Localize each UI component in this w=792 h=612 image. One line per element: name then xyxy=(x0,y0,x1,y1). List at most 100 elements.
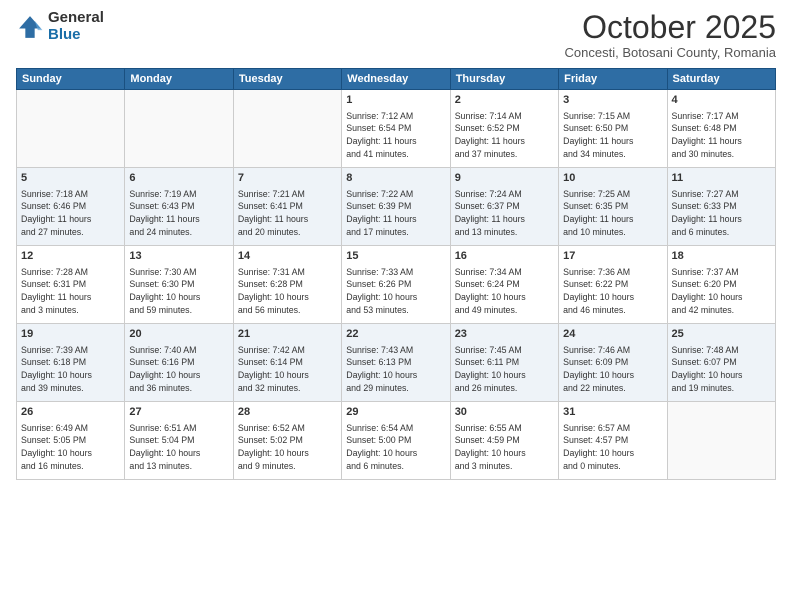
table-row: 26 Sunrise: 6:49 AMSunset: 5:05 PMDayligh… xyxy=(17,402,125,480)
table-row: 24 Sunrise: 7:46 AMSunset: 6:09 PMDayligh… xyxy=(559,324,667,402)
day-info: Sunrise: 7:46 AMSunset: 6:09 PMDaylight:… xyxy=(563,344,662,395)
table-row: 17 Sunrise: 7:36 AMSunset: 6:22 PMDayligh… xyxy=(559,246,667,324)
header-saturday: Saturday xyxy=(667,69,775,90)
table-row: 16 Sunrise: 7:34 AMSunset: 6:24 PMDayligh… xyxy=(450,246,558,324)
table-row: 25 Sunrise: 7:48 AMSunset: 6:07 PMDayligh… xyxy=(667,324,775,402)
day-info: Sunrise: 7:48 AMSunset: 6:07 PMDaylight:… xyxy=(672,344,771,395)
table-row: 14Sunrise: 7:31 AMSunset: 6:28 PMDayligh… xyxy=(233,246,341,324)
day-number: 10 xyxy=(563,171,662,186)
day-number: 5 xyxy=(21,171,120,186)
day-number: 12 xyxy=(21,249,120,264)
header-friday: Friday xyxy=(559,69,667,90)
day-number: 11 xyxy=(672,171,771,186)
day-info: Sunrise: 7:15 AMSunset: 6:50 PMDaylight:… xyxy=(563,110,662,161)
day-number: 20 xyxy=(129,327,228,342)
day-info: Sunrise: 7:25 AMSunset: 6:35 PMDaylight:… xyxy=(563,188,662,239)
table-row xyxy=(667,402,775,480)
logo-text: General Blue xyxy=(48,10,104,43)
day-number: 18 xyxy=(672,249,771,264)
day-number: 19 xyxy=(21,327,120,342)
day-info: Sunrise: 6:55 AMSunset: 4:59 PMDaylight:… xyxy=(455,422,554,473)
day-info: Sunrise: 6:52 AMSunset: 5:02 PMDaylight:… xyxy=(238,422,337,473)
day-info: Sunrise: 7:28 AMSunset: 6:31 PMDaylight:… xyxy=(21,266,120,317)
day-number: 17 xyxy=(563,249,662,264)
table-row xyxy=(233,90,341,168)
table-row: 2 Sunrise: 7:14 AMSunset: 6:52 PMDaylight… xyxy=(450,90,558,168)
day-info: Sunrise: 7:39 AMSunset: 6:18 PMDaylight:… xyxy=(21,344,120,395)
day-number: 15 xyxy=(346,249,445,264)
calendar-week-row: 19 Sunrise: 7:39 AMSunset: 6:18 PMDayligh… xyxy=(17,324,776,402)
calendar-week-row: 5 Sunrise: 7:18 AMSunset: 6:46 PMDaylight… xyxy=(17,168,776,246)
day-number: 1 xyxy=(346,93,445,108)
day-number: 2 xyxy=(455,93,554,108)
table-row xyxy=(125,90,233,168)
table-row: 30 Sunrise: 6:55 AMSunset: 4:59 PMDayligh… xyxy=(450,402,558,480)
table-row: 7 Sunrise: 7:21 AMSunset: 6:41 PMDaylight… xyxy=(233,168,341,246)
header-tuesday: Tuesday xyxy=(233,69,341,90)
day-info: Sunrise: 7:40 AMSunset: 6:16 PMDaylight:… xyxy=(129,344,228,395)
header-monday: Monday xyxy=(125,69,233,90)
table-row: 8 Sunrise: 7:22 AMSunset: 6:39 PMDaylight… xyxy=(342,168,450,246)
day-info: Sunrise: 7:45 AMSunset: 6:11 PMDaylight:… xyxy=(455,344,554,395)
table-row: 28Sunrise: 6:52 AMSunset: 5:02 PMDayligh… xyxy=(233,402,341,480)
logo: General Blue xyxy=(16,10,104,43)
calendar-header-row: Sunday Monday Tuesday Wednesday Thursday… xyxy=(17,69,776,90)
day-info: Sunrise: 7:18 AMSunset: 6:46 PMDaylight:… xyxy=(21,188,120,239)
table-row: 5 Sunrise: 7:18 AMSunset: 6:46 PMDaylight… xyxy=(17,168,125,246)
day-number: 25 xyxy=(672,327,771,342)
day-number: 14 xyxy=(238,249,337,264)
day-number: 31 xyxy=(563,405,662,420)
location-subtitle: Concesti, Botosani County, Romania xyxy=(565,45,776,60)
day-info: Sunrise: 7:21 AMSunset: 6:41 PMDaylight:… xyxy=(238,188,337,239)
table-row xyxy=(17,90,125,168)
day-info: Sunrise: 7:33 AMSunset: 6:26 PMDaylight:… xyxy=(346,266,445,317)
calendar-week-row: 26 Sunrise: 6:49 AMSunset: 5:05 PMDayligh… xyxy=(17,402,776,480)
table-row: 12 Sunrise: 7:28 AMSunset: 6:31 PMDayligh… xyxy=(17,246,125,324)
day-info: Sunrise: 7:22 AMSunset: 6:39 PMDaylight:… xyxy=(346,188,445,239)
day-info: Sunrise: 6:51 AMSunset: 5:04 PMDaylight:… xyxy=(129,422,228,473)
calendar-week-row: 1Sunrise: 7:12 AMSunset: 6:54 PMDaylight… xyxy=(17,90,776,168)
table-row: 18Sunrise: 7:37 AMSunset: 6:20 PMDayligh… xyxy=(667,246,775,324)
day-info: Sunrise: 6:49 AMSunset: 5:05 PMDaylight:… xyxy=(21,422,120,473)
day-info: Sunrise: 6:54 AMSunset: 5:00 PMDaylight:… xyxy=(346,422,445,473)
calendar-week-row: 12 Sunrise: 7:28 AMSunset: 6:31 PMDayligh… xyxy=(17,246,776,324)
table-row: 11Sunrise: 7:27 AMSunset: 6:33 PMDayligh… xyxy=(667,168,775,246)
day-number: 26 xyxy=(21,405,120,420)
day-info: Sunrise: 7:14 AMSunset: 6:52 PMDaylight:… xyxy=(455,110,554,161)
table-row: 1Sunrise: 7:12 AMSunset: 6:54 PMDaylight… xyxy=(342,90,450,168)
day-info: Sunrise: 7:42 AMSunset: 6:14 PMDaylight:… xyxy=(238,344,337,395)
table-row: 15 Sunrise: 7:33 AMSunset: 6:26 PMDayligh… xyxy=(342,246,450,324)
day-info: Sunrise: 7:34 AMSunset: 6:24 PMDaylight:… xyxy=(455,266,554,317)
day-number: 8 xyxy=(346,171,445,186)
day-info: Sunrise: 7:36 AMSunset: 6:22 PMDaylight:… xyxy=(563,266,662,317)
logo-general: General xyxy=(48,10,104,27)
day-info: Sunrise: 7:43 AMSunset: 6:13 PMDaylight:… xyxy=(346,344,445,395)
table-row: 31Sunrise: 6:57 AMSunset: 4:57 PMDayligh… xyxy=(559,402,667,480)
table-row: 29 Sunrise: 6:54 AMSunset: 5:00 PMDayligh… xyxy=(342,402,450,480)
table-row: 6Sunrise: 7:19 AMSunset: 6:43 PMDaylight… xyxy=(125,168,233,246)
title-block: October 2025 Concesti, Botosani County, … xyxy=(565,10,776,60)
day-number: 30 xyxy=(455,405,554,420)
day-number: 7 xyxy=(238,171,337,186)
day-number: 22 xyxy=(346,327,445,342)
day-number: 16 xyxy=(455,249,554,264)
day-info: Sunrise: 7:24 AMSunset: 6:37 PMDaylight:… xyxy=(455,188,554,239)
day-number: 29 xyxy=(346,405,445,420)
table-row: 4Sunrise: 7:17 AMSunset: 6:48 PMDaylight… xyxy=(667,90,775,168)
day-info: Sunrise: 7:17 AMSunset: 6:48 PMDaylight:… xyxy=(672,110,771,161)
table-row: 27Sunrise: 6:51 AMSunset: 5:04 PMDayligh… xyxy=(125,402,233,480)
logo-blue: Blue xyxy=(48,27,104,44)
logo-icon xyxy=(16,13,44,41)
calendar-table: Sunday Monday Tuesday Wednesday Thursday… xyxy=(16,68,776,480)
header-wednesday: Wednesday xyxy=(342,69,450,90)
table-row: 23Sunrise: 7:45 AMSunset: 6:11 PMDayligh… xyxy=(450,324,558,402)
table-row: 9Sunrise: 7:24 AMSunset: 6:37 PMDaylight… xyxy=(450,168,558,246)
table-row: 20 Sunrise: 7:40 AMSunset: 6:16 PMDayligh… xyxy=(125,324,233,402)
table-row: 3Sunrise: 7:15 AMSunset: 6:50 PMDaylight… xyxy=(559,90,667,168)
table-row: 13Sunrise: 7:30 AMSunset: 6:30 PMDayligh… xyxy=(125,246,233,324)
day-number: 24 xyxy=(563,327,662,342)
table-row: 21 Sunrise: 7:42 AMSunset: 6:14 PMDayligh… xyxy=(233,324,341,402)
day-info: Sunrise: 7:30 AMSunset: 6:30 PMDaylight:… xyxy=(129,266,228,317)
day-number: 21 xyxy=(238,327,337,342)
table-row: 22 Sunrise: 7:43 AMSunset: 6:13 PMDayligh… xyxy=(342,324,450,402)
